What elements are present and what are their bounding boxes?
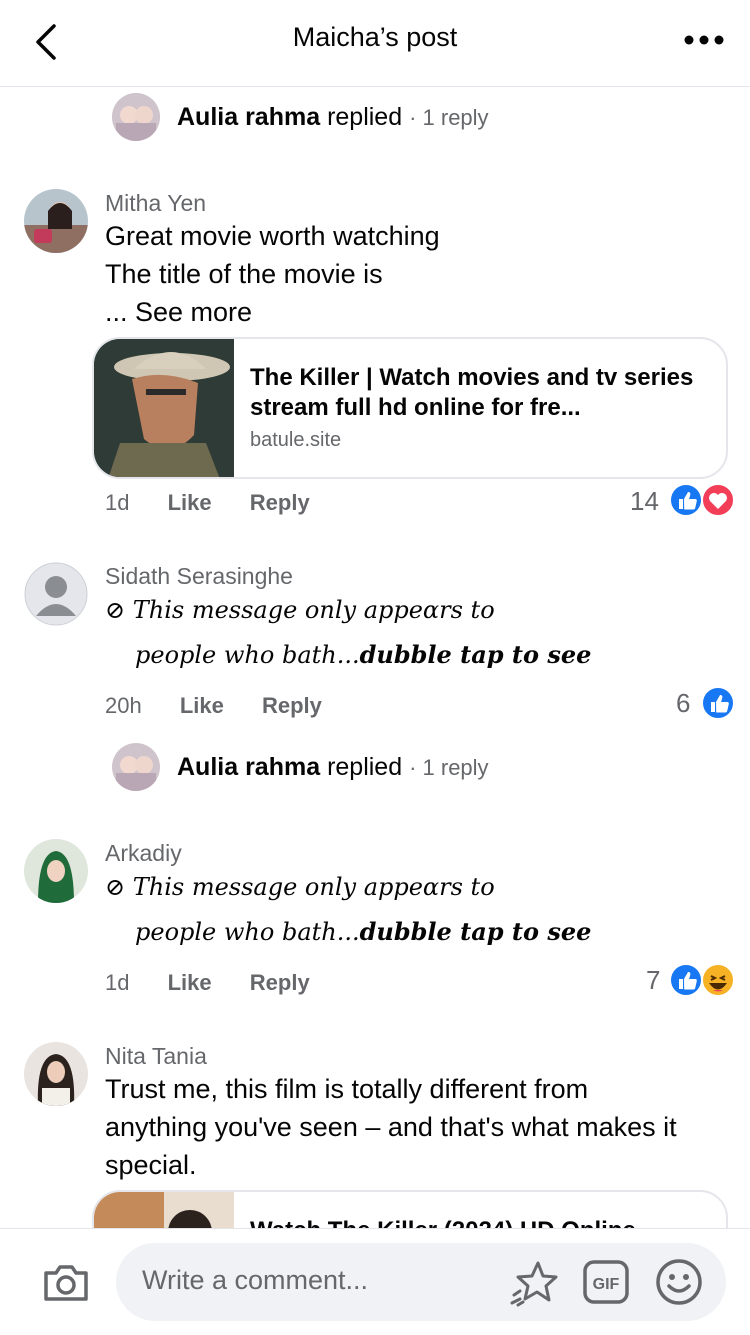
- reply-count: · 1 reply: [409, 105, 489, 130]
- like-button[interactable]: Like: [168, 970, 212, 995]
- reaction-count[interactable]: 14: [630, 486, 659, 517]
- reply-action: replied: [327, 103, 403, 131]
- like-button[interactable]: Like: [180, 693, 224, 718]
- avatar-aulia-icon: [112, 743, 160, 791]
- reactions-summary[interactable]: [700, 685, 736, 721]
- avatar[interactable]: [24, 839, 88, 903]
- emoji-icon[interactable]: [654, 1257, 704, 1307]
- hidden-message-text: people who bath...dubble tap to see: [135, 917, 591, 946]
- avatar[interactable]: [24, 562, 88, 626]
- more-options-icon[interactable]: [682, 20, 726, 60]
- like-icon: [701, 686, 735, 720]
- reply-button[interactable]: Reply: [250, 970, 310, 995]
- comment-time: 1d: [105, 970, 130, 995]
- reactions-summary[interactable]: [668, 482, 738, 518]
- comment-author[interactable]: Sidath Serasinghe: [105, 563, 293, 590]
- hidden-message-bold: dubble tap to see: [359, 640, 592, 669]
- avatar-arkadiy-icon: [24, 839, 88, 903]
- avatar[interactable]: [112, 743, 160, 791]
- see-more-link[interactable]: ... See more: [105, 293, 252, 331]
- link-thumbnail-image: [94, 339, 234, 477]
- like-button[interactable]: Like: [168, 490, 212, 515]
- comment-author[interactable]: Nita Tania: [105, 1043, 207, 1070]
- hidden-message-text: ⊘ This message only appeɑrs to: [105, 596, 495, 624]
- like-icon: [669, 483, 703, 517]
- default-avatar-icon: [24, 562, 88, 626]
- avatar-nita-icon: [24, 1042, 88, 1106]
- comment-time: 20h: [105, 693, 142, 718]
- comment-composer: Write a comment... GIF: [0, 1228, 750, 1335]
- comment-input-placeholder: Write a comment...: [142, 1265, 369, 1295]
- reactions-summary[interactable]: [668, 962, 738, 998]
- view-replies-link[interactable]: Aulia rahma replied · 1 reply: [177, 753, 489, 782]
- avatar[interactable]: [112, 93, 160, 141]
- love-icon: [701, 483, 735, 517]
- link-title: The Killer | Watch movies and tv series …: [250, 364, 694, 421]
- page-title: Maicha’s post: [292, 22, 458, 52]
- reply-button[interactable]: Reply: [250, 490, 310, 515]
- comment-actions: 1d Like Reply: [105, 970, 310, 996]
- hidden-message-part: people who bath...: [135, 641, 360, 669]
- comment-time: 1d: [105, 490, 130, 515]
- comment-input[interactable]: Write a comment... GIF: [116, 1243, 726, 1321]
- link-domain: batule.site: [250, 429, 342, 451]
- hidden-message-part: people who bath...: [135, 918, 360, 946]
- comment-author[interactable]: Arkadiy: [105, 840, 182, 867]
- view-replies-link[interactable]: Aulia rahma replied · 1 reply: [177, 103, 489, 132]
- comment-text-line: special.: [105, 1150, 197, 1180]
- post-header: Maicha’s post: [0, 0, 750, 87]
- reply-button[interactable]: Reply: [262, 693, 322, 718]
- hidden-message-text: ⊘ This message only appeɑrs to: [105, 873, 495, 901]
- hidden-message-text: people who bath...dubble tap to see: [135, 640, 591, 669]
- hidden-message-bold: dubble tap to see: [359, 917, 592, 946]
- avatar[interactable]: [24, 1042, 88, 1106]
- haha-icon: [701, 963, 735, 997]
- reply-author: Aulia rahma: [177, 103, 321, 131]
- comment-text-line: Great movie worth watching: [105, 221, 440, 251]
- reply-author: Aulia rahma: [177, 753, 321, 781]
- comment-actions: 1d Like Reply: [105, 490, 310, 516]
- comment-text-line: anything you've seen – and that's what m…: [105, 1112, 677, 1142]
- svg-text:GIF: GIF: [593, 1276, 620, 1293]
- link-preview-card[interactable]: The Killer | Watch movies and tv series …: [92, 337, 728, 479]
- comment-text-line: Trust me, this film is totally different…: [105, 1074, 589, 1104]
- reaction-count[interactable]: 7: [646, 965, 660, 996]
- comment-author[interactable]: Mitha Yen: [105, 190, 206, 217]
- avatar-mitha-icon: [24, 189, 88, 253]
- reaction-count[interactable]: 6: [676, 688, 690, 719]
- like-icon: [669, 963, 703, 997]
- avatar-aulia-icon: [112, 93, 160, 141]
- avatar[interactable]: [24, 189, 88, 253]
- gif-icon[interactable]: GIF: [582, 1259, 632, 1305]
- reply-action: replied: [327, 753, 403, 781]
- reply-count: · 1 reply: [409, 755, 489, 780]
- comment-text-line: The title of the movie is: [105, 259, 383, 289]
- comment-actions: 20h Like Reply: [105, 693, 322, 719]
- camera-icon[interactable]: [42, 1261, 90, 1303]
- avatar-sticker-icon[interactable]: [510, 1257, 560, 1307]
